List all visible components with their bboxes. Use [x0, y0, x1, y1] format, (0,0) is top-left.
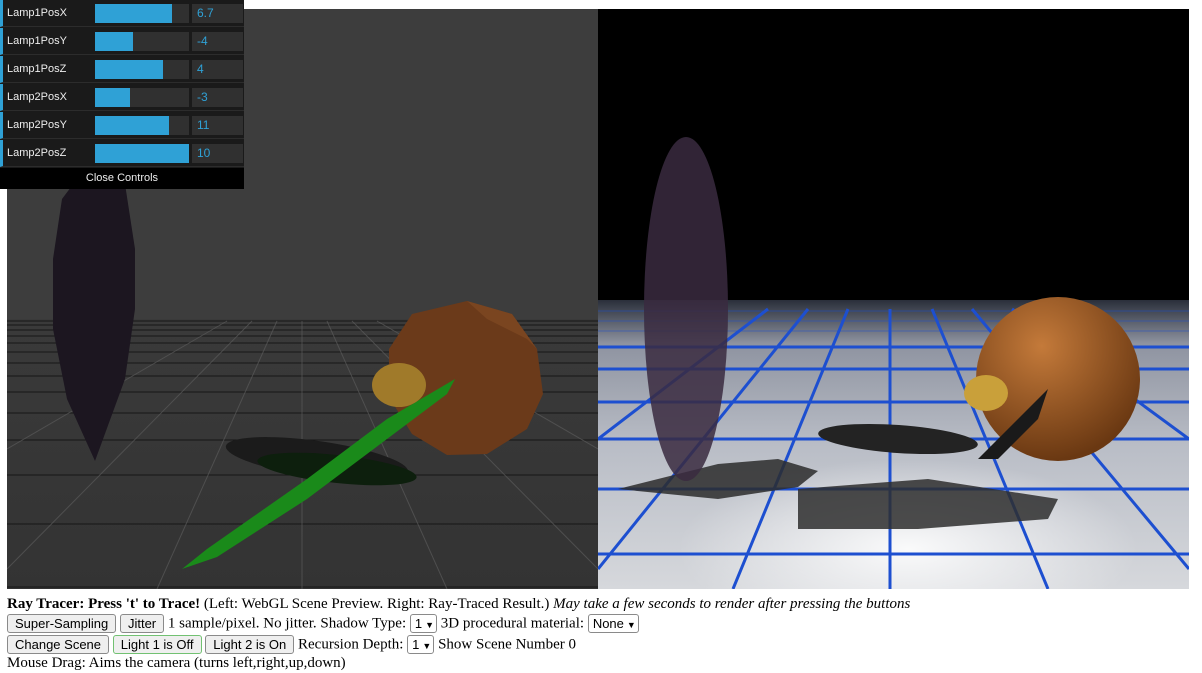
gui-number-input[interactable]: -4	[192, 32, 243, 51]
jitter-button[interactable]: Jitter	[119, 614, 165, 634]
webgl-gold-sphere	[372, 363, 426, 407]
recursion-depth-select[interactable]: 1 ▼	[407, 635, 435, 655]
close-controls-button[interactable]: Close Controls	[0, 168, 244, 189]
gui-slider[interactable]	[95, 4, 189, 23]
gui-slider-fill	[95, 4, 173, 23]
gui-slider-fill	[95, 60, 163, 79]
gui-slider-fill	[95, 144, 189, 163]
gui-control-row[interactable]: Lamp2PosX -3	[0, 84, 244, 111]
gui-control-label: Lamp1PosX	[7, 7, 67, 19]
gui-slider[interactable]	[95, 88, 189, 107]
light-2-toggle-button[interactable]: Light 2 is On	[205, 635, 295, 655]
gui-control-row[interactable]: Lamp1PosZ 4	[0, 56, 244, 83]
raytrace-scene-svg	[598, 9, 1189, 589]
gui-slider[interactable]	[95, 32, 189, 51]
chevron-down-icon: ▼	[626, 620, 636, 631]
gui-control-row[interactable]: Lamp1PosX 6.7	[0, 0, 244, 27]
gui-number-input[interactable]: 10	[192, 144, 243, 163]
gui-slider[interactable]	[95, 60, 189, 79]
gui-slider-fill	[95, 32, 133, 51]
page-description: (Left: WebGL Scene Preview. Right: Ray-T…	[203, 596, 550, 612]
gui-number-input[interactable]: -3	[192, 88, 243, 107]
controls-panel: Lamp1PosX 6.7 Lamp1PosY -4 Lamp1PosZ 4 Lamp2Po…	[0, 0, 244, 189]
material-select[interactable]: None ▼	[587, 614, 639, 634]
material-label: 3D procedural material:	[440, 615, 585, 632]
page-title: Ray Tracer: Press 't' to Trace!	[7, 596, 201, 612]
raytrace-brown-sphere	[976, 297, 1140, 461]
change-scene-button[interactable]: Change Scene	[7, 635, 110, 655]
header-line: Ray Tracer: Press 't' to Trace! (Left: W…	[7, 594, 910, 614]
gui-slider-fill	[95, 116, 170, 135]
gui-slider-fill	[95, 88, 130, 107]
gui-control-row[interactable]: Lamp2PosZ 10	[0, 140, 244, 167]
sampling-status-text: 1 sample/pixel. No jitter. Shadow Type:	[167, 615, 407, 632]
controls-row-1: Super-Sampling Jitter 1 sample/pixel. No…	[7, 613, 639, 634]
chevron-down-icon: ▼	[425, 620, 435, 631]
gui-number-input[interactable]: 6.7	[192, 4, 243, 23]
material-value: None	[592, 616, 624, 632]
recursion-depth-value: 1	[412, 637, 420, 653]
mouse-drag-hint: Mouse Drag: Aims the camera (turns left,…	[7, 655, 346, 671]
light-1-toggle-button[interactable]: Light 1 is Off	[112, 635, 202, 655]
gui-slider[interactable]	[95, 116, 189, 135]
super-sampling-button[interactable]: Super-Sampling	[7, 614, 117, 634]
gui-number-input[interactable]: 4	[192, 60, 243, 79]
gui-number-input[interactable]: 11	[192, 116, 243, 135]
scene-number-text: Show Scene Number 0	[438, 636, 576, 653]
gui-control-label: Lamp2PosX	[7, 91, 67, 103]
chevron-down-icon: ▼	[422, 641, 432, 652]
gui-control-label: Lamp2PosZ	[7, 147, 67, 159]
raytrace-gold-sphere	[964, 375, 1008, 411]
shadow-type-select[interactable]: 1 ▼	[409, 614, 438, 634]
gui-control-label: Lamp2PosY	[7, 119, 67, 131]
gui-control-label: Lamp1PosZ	[7, 63, 67, 75]
gui-control-row[interactable]: Lamp1PosY -4	[0, 28, 244, 55]
gui-control-row[interactable]: Lamp2PosY 11	[0, 112, 244, 139]
controls-row-3: Mouse Drag: Aims the camera (turns left,…	[7, 653, 346, 673]
raytrace-tall-ellipsoid	[644, 137, 728, 481]
shadow-type-value: 1	[414, 616, 423, 632]
render-note: May take a few seconds to render after p…	[553, 596, 911, 612]
gui-control-label: Lamp1PosY	[7, 35, 67, 47]
raytrace-result-canvas	[598, 9, 1189, 589]
recursion-depth-label: Recursion Depth:	[298, 636, 404, 653]
controls-row-2: Change Scene Light 1 is Off Light 2 is O…	[7, 634, 576, 655]
gui-slider[interactable]	[95, 144, 189, 163]
